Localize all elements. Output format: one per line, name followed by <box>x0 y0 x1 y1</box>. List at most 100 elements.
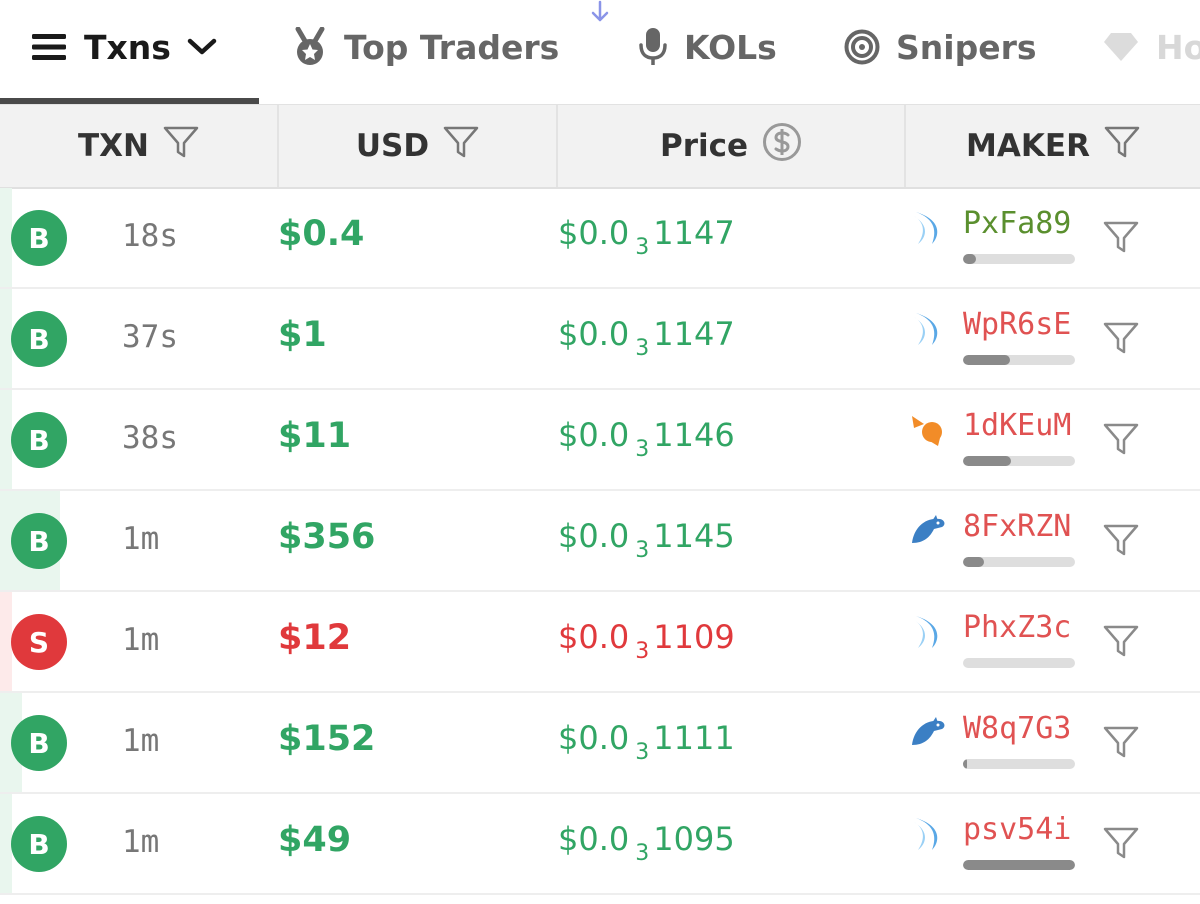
fish-icon <box>910 311 944 353</box>
price-zero-count: 3 <box>635 639 650 664</box>
price-digits: 1147 <box>653 315 735 353</box>
price-prefix: $0.0 <box>558 719 630 757</box>
buy-badge: B <box>11 311 67 367</box>
table-row[interactable]: B 1m $356 $0.0 3 1145 8FxRZN <box>0 491 1200 592</box>
tab-top-traders[interactable]: Top Traders <box>292 22 559 72</box>
price-digits: 1109 <box>653 618 735 656</box>
sell-badge: S <box>11 614 67 670</box>
txn-usd: $0.4 <box>278 214 365 254</box>
table-row[interactable]: B 1m $152 $0.0 3 1111 W8q7G3 <box>0 693 1200 794</box>
txn-usd: $1 <box>278 315 327 355</box>
column-price: Price <box>558 105 904 187</box>
txn-price: $0.0 3 1145 <box>558 517 735 563</box>
txn-price: $0.0 3 1111 <box>558 719 735 765</box>
filter-icon[interactable] <box>1103 523 1139 561</box>
dolphin-icon <box>910 715 948 753</box>
filter-icon[interactable] <box>443 125 479 167</box>
column-maker: MAKER <box>906 105 1200 187</box>
column-usd: USD <box>279 105 556 187</box>
txn-price: $0.0 3 1147 <box>558 214 735 260</box>
price-prefix: $0.0 <box>558 416 630 454</box>
price-zero-count: 3 <box>635 538 650 563</box>
fish-icon <box>910 816 944 858</box>
maker-address[interactable]: PxFa89 <box>963 206 1071 241</box>
holding-bar <box>963 254 1075 264</box>
tab-snipers[interactable]: Snipers <box>844 22 1037 72</box>
txn-usd: $11 <box>278 416 352 456</box>
txn-price: $0.0 3 1147 <box>558 315 735 361</box>
tab-bar: Txns Top Traders KOLs Snipers Ho <box>0 0 1200 104</box>
holding-bar-fill <box>963 860 1075 870</box>
table-row[interactable]: B 18s $0.4 $0.0 3 1147 PxFa89 <box>0 188 1200 289</box>
tab-top-traders-label: Top Traders <box>344 27 560 67</box>
list-icon <box>32 31 68 63</box>
txn-age: 1m <box>122 622 160 658</box>
holding-bar <box>963 658 1075 668</box>
txn-age: 1m <box>122 521 160 557</box>
table-header: TXN USD Price MAKER <box>0 104 1200 189</box>
table-row[interactable]: S 1m $12 $0.0 3 1109 PhxZ3c <box>0 592 1200 693</box>
txn-price: $0.0 3 1095 <box>558 820 735 866</box>
filter-icon[interactable] <box>1104 125 1140 167</box>
txn-age: 37s <box>122 319 178 355</box>
tab-txns[interactable]: Txns <box>32 22 217 72</box>
table-row[interactable]: B 37s $1 $0.0 3 1147 WpR6sE <box>0 289 1200 390</box>
price-prefix: $0.0 <box>558 820 630 858</box>
holding-bar <box>963 557 1075 567</box>
price-zero-count: 3 <box>635 437 650 462</box>
buy-badge: B <box>11 210 67 266</box>
holding-bar-fill <box>963 759 968 769</box>
holding-bar-fill <box>963 456 1012 466</box>
column-txn: TXN <box>0 105 277 187</box>
filter-icon[interactable] <box>1103 826 1139 864</box>
price-zero-count: 3 <box>635 841 650 866</box>
microphone-icon <box>638 27 668 67</box>
holding-bar-fill <box>963 557 985 567</box>
filter-icon[interactable] <box>1103 220 1139 258</box>
maker-address[interactable]: PhxZ3c <box>963 610 1071 645</box>
txn-age: 1m <box>122 723 160 759</box>
column-price-label: Price <box>659 128 749 164</box>
chevron-down-icon <box>187 37 217 57</box>
maker-address[interactable]: 8FxRZN <box>963 509 1071 544</box>
table-row[interactable]: B 1m $49 $0.0 3 1095 psv54i <box>0 794 1200 895</box>
holding-bar <box>963 456 1075 466</box>
filter-icon[interactable] <box>1103 725 1139 763</box>
arrow-down-icon <box>588 0 612 28</box>
maker-address[interactable]: 1dKEuM <box>963 408 1071 443</box>
holding-bar <box>963 759 1075 769</box>
target-icon <box>844 29 880 65</box>
buy-badge: B <box>11 715 67 771</box>
txn-price: $0.0 3 1109 <box>558 618 735 664</box>
dollar-circle-icon[interactable] <box>762 122 802 170</box>
price-digits: 1147 <box>653 214 735 252</box>
price-prefix: $0.0 <box>558 214 630 252</box>
column-usd-label: USD <box>355 128 430 164</box>
filter-icon[interactable] <box>1103 321 1139 359</box>
txn-usd: $356 <box>278 517 376 557</box>
fish-icon <box>910 614 944 656</box>
column-maker-label: MAKER <box>966 128 1090 164</box>
price-digits: 1146 <box>653 416 735 454</box>
table-row[interactable]: B 38s $11 $0.0 3 1146 1dKEuM <box>0 390 1200 491</box>
price-zero-count: 3 <box>635 740 650 765</box>
buy-badge: B <box>11 816 67 872</box>
maker-address[interactable]: W8q7G3 <box>963 711 1071 746</box>
price-zero-count: 3 <box>635 235 650 260</box>
holding-bar <box>963 860 1075 870</box>
price-prefix: $0.0 <box>558 618 630 656</box>
maker-address[interactable]: WpR6sE <box>963 307 1071 342</box>
medal-icon <box>292 27 328 67</box>
filter-icon[interactable] <box>1103 624 1139 662</box>
price-prefix: $0.0 <box>558 315 630 353</box>
maker-address[interactable]: psv54i <box>963 812 1071 847</box>
holding-bar-fill <box>963 254 977 264</box>
transactions-table: B 18s $0.4 $0.0 3 1147 PxFa89 B 37s $1 $0.0 3 1147 Wp… <box>0 188 1200 895</box>
txn-usd: $49 <box>278 820 352 860</box>
filter-icon[interactable] <box>163 125 199 167</box>
tab-holders[interactable]: Ho <box>1102 22 1200 72</box>
tab-kols-label: KOLs <box>684 27 777 67</box>
tab-kols[interactable]: KOLs <box>638 22 777 72</box>
price-digits: 1095 <box>653 820 735 858</box>
filter-icon[interactable] <box>1103 422 1139 460</box>
